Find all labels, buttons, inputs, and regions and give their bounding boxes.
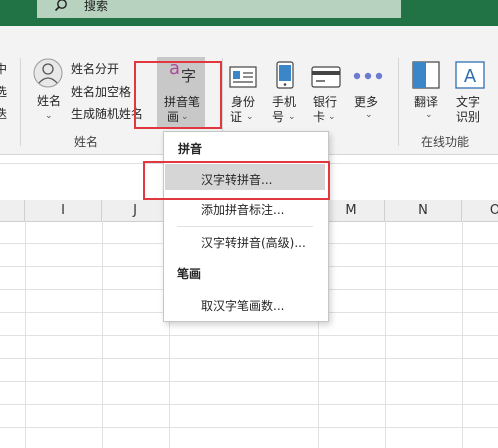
group-label-name: 姓名 xyxy=(74,135,99,149)
id-card-label: 身份 xyxy=(231,95,256,109)
translate-icon xyxy=(412,61,440,89)
menu-item-add-pinyin-annotation[interactable]: 添加拼音标注... xyxy=(201,201,284,218)
phone-label-2: 号 xyxy=(272,110,285,124)
grid-line xyxy=(0,381,498,382)
bank-card-button[interactable]: 银行 卡 ⌄ xyxy=(308,58,344,124)
text-recognition-label: 文字 xyxy=(456,95,481,109)
phone-number-button[interactable]: 手机 号 ⌄ xyxy=(268,58,302,124)
name-add-space-button[interactable]: 姓名加空格 xyxy=(71,85,131,99)
more-label: 更多 xyxy=(354,95,379,109)
search-placeholder: 搜索 xyxy=(84,0,109,13)
menu-item-hanzi-to-pinyin-advanced[interactable]: 汉字转拼音(高级)... xyxy=(201,234,306,251)
name-button-label: 姓名 xyxy=(37,94,62,108)
translate-label: 翻译 xyxy=(414,95,439,109)
partial-label-2: 选 xyxy=(0,85,8,99)
person-icon xyxy=(33,58,63,88)
column-header-i[interactable]: I xyxy=(25,200,102,221)
menu-divider xyxy=(177,226,313,227)
bank-card-icon xyxy=(311,66,341,88)
more-button[interactable]: 更多 ⌄ xyxy=(350,58,386,124)
phone-icon xyxy=(276,61,294,89)
pinyin-button-highlight xyxy=(134,61,222,129)
more-dots-icon xyxy=(353,72,383,80)
translate-button[interactable]: 翻译 ⌄ xyxy=(408,58,446,124)
menu-item-highlight-box xyxy=(143,161,330,200)
grid-line xyxy=(0,358,498,359)
chevron-down-icon: ⌄ xyxy=(425,110,433,120)
menu-item-stroke-count[interactable]: 取汉字笔画数... xyxy=(201,297,284,314)
chevron-down-icon: ⌄ xyxy=(246,112,254,122)
grid-line xyxy=(0,427,498,428)
text-recognition-icon: A xyxy=(455,61,485,89)
chevron-down-icon: ⌄ xyxy=(365,110,373,120)
chevron-down-icon: ⌄ xyxy=(45,111,53,121)
text-recognition-label-2: 识别 xyxy=(456,110,481,124)
text-recognition-button[interactable]: A 文字 识别 xyxy=(452,58,488,124)
column-header-j[interactable]: J xyxy=(102,200,169,221)
group-label-online: 在线功能 xyxy=(421,135,470,149)
partial-label-3: 迭 xyxy=(0,107,8,121)
bank-card-label: 银行 xyxy=(313,95,338,109)
bank-card-label-2: 卡 xyxy=(313,110,326,124)
grid-line xyxy=(0,404,498,405)
ribbon-separator xyxy=(20,58,21,146)
phone-label: 手机 xyxy=(272,95,297,109)
partial-label-1: 中 xyxy=(0,62,8,76)
column-header-n[interactable]: N xyxy=(385,200,462,221)
menu-section-strokes: 笔画 xyxy=(177,267,202,281)
column-header-o[interactable]: O xyxy=(462,200,498,221)
svg-text:A: A xyxy=(464,66,477,87)
menu-items-layer: 汉字转拼音... 添加拼音标注... 汉字转拼音(高级)... 笔画 取汉字笔画… xyxy=(163,131,327,320)
split-name-button[interactable]: 姓名分开 xyxy=(71,62,119,76)
chevron-down-icon: ⌄ xyxy=(328,112,336,122)
grid-line xyxy=(0,335,498,336)
id-card-button[interactable]: 身份 证 ⌄ xyxy=(226,58,262,124)
chevron-down-icon: ⌄ xyxy=(288,112,296,122)
id-card-icon xyxy=(229,66,257,88)
random-name-button[interactable]: 生成随机姓名 xyxy=(71,107,143,121)
name-button[interactable]: 姓名 ⌄ xyxy=(30,58,68,124)
column-header-partial[interactable] xyxy=(0,200,25,221)
search-icon xyxy=(54,0,67,12)
id-card-label-2: 证 xyxy=(230,110,243,124)
ribbon-separator xyxy=(398,58,399,146)
